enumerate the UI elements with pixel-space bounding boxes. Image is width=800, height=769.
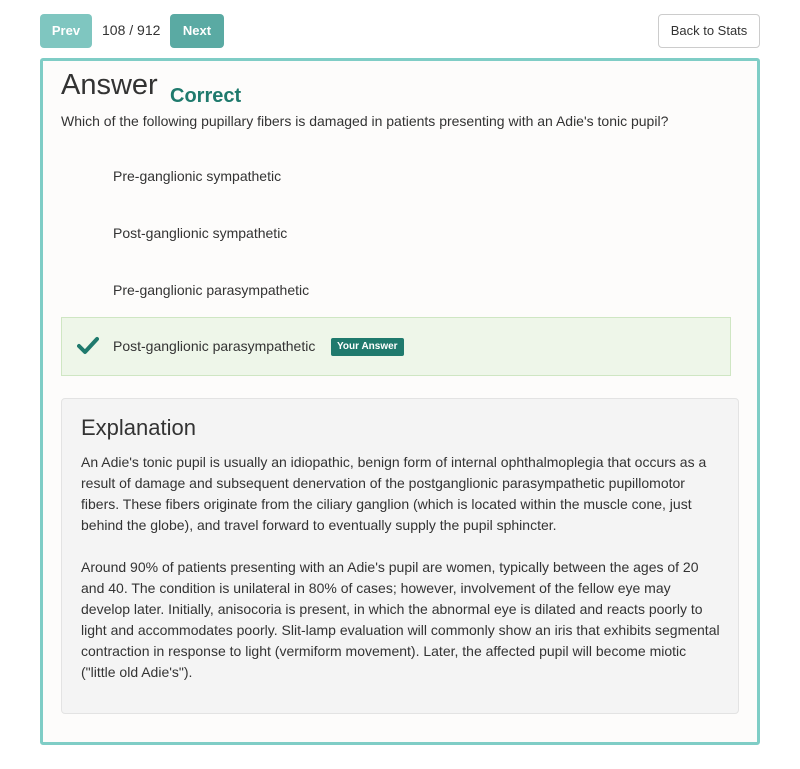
- option-label: Post-ganglionic sympathetic: [113, 225, 288, 241]
- explanation-body: An Adie's tonic pupil is usually an idio…: [81, 452, 721, 704]
- explanation-panel: Explanation An Adie's tonic pupil is usu…: [61, 398, 739, 714]
- answer-heading: Answer: [61, 69, 158, 101]
- back-to-stats-button[interactable]: Back to Stats: [658, 14, 760, 48]
- question-text: Which of the following pupillary fibers …: [61, 113, 669, 129]
- option-label: Pre-ganglionic parasympathetic: [113, 282, 310, 298]
- explanation-paragraph: Around 90% of patients presenting with a…: [81, 559, 720, 680]
- option-post-ganglionic-parasympathetic: Post-ganglionic parasympathetic Your Ans…: [61, 317, 731, 376]
- option-pre-ganglionic-parasympathetic: Pre-ganglionic parasympathetic: [61, 261, 731, 319]
- next-button[interactable]: Next: [170, 14, 224, 48]
- option-pre-ganglionic-sympathetic: Pre-ganglionic sympathetic: [61, 147, 731, 205]
- result-label: Correct: [170, 85, 242, 107]
- answer-card: Answer Correct Which of the following pu…: [40, 58, 760, 745]
- option-label: Post-ganglionic parasympathetic: [113, 338, 316, 354]
- your-answer-badge: Your Answer: [331, 338, 404, 356]
- navigation-bar: Prev 108 / 912 Next Back to Stats: [0, 0, 800, 58]
- prev-button[interactable]: Prev: [40, 14, 92, 48]
- option-post-ganglionic-sympathetic: Post-ganglionic sympathetic: [61, 204, 731, 262]
- checkmark-icon: [77, 336, 99, 356]
- explanation-paragraph: An Adie's tonic pupil is usually an idio…: [81, 454, 707, 533]
- explanation-title: Explanation: [81, 415, 196, 440]
- option-label: Pre-ganglionic sympathetic: [113, 168, 282, 184]
- question-counter: 108 / 912: [102, 22, 161, 38]
